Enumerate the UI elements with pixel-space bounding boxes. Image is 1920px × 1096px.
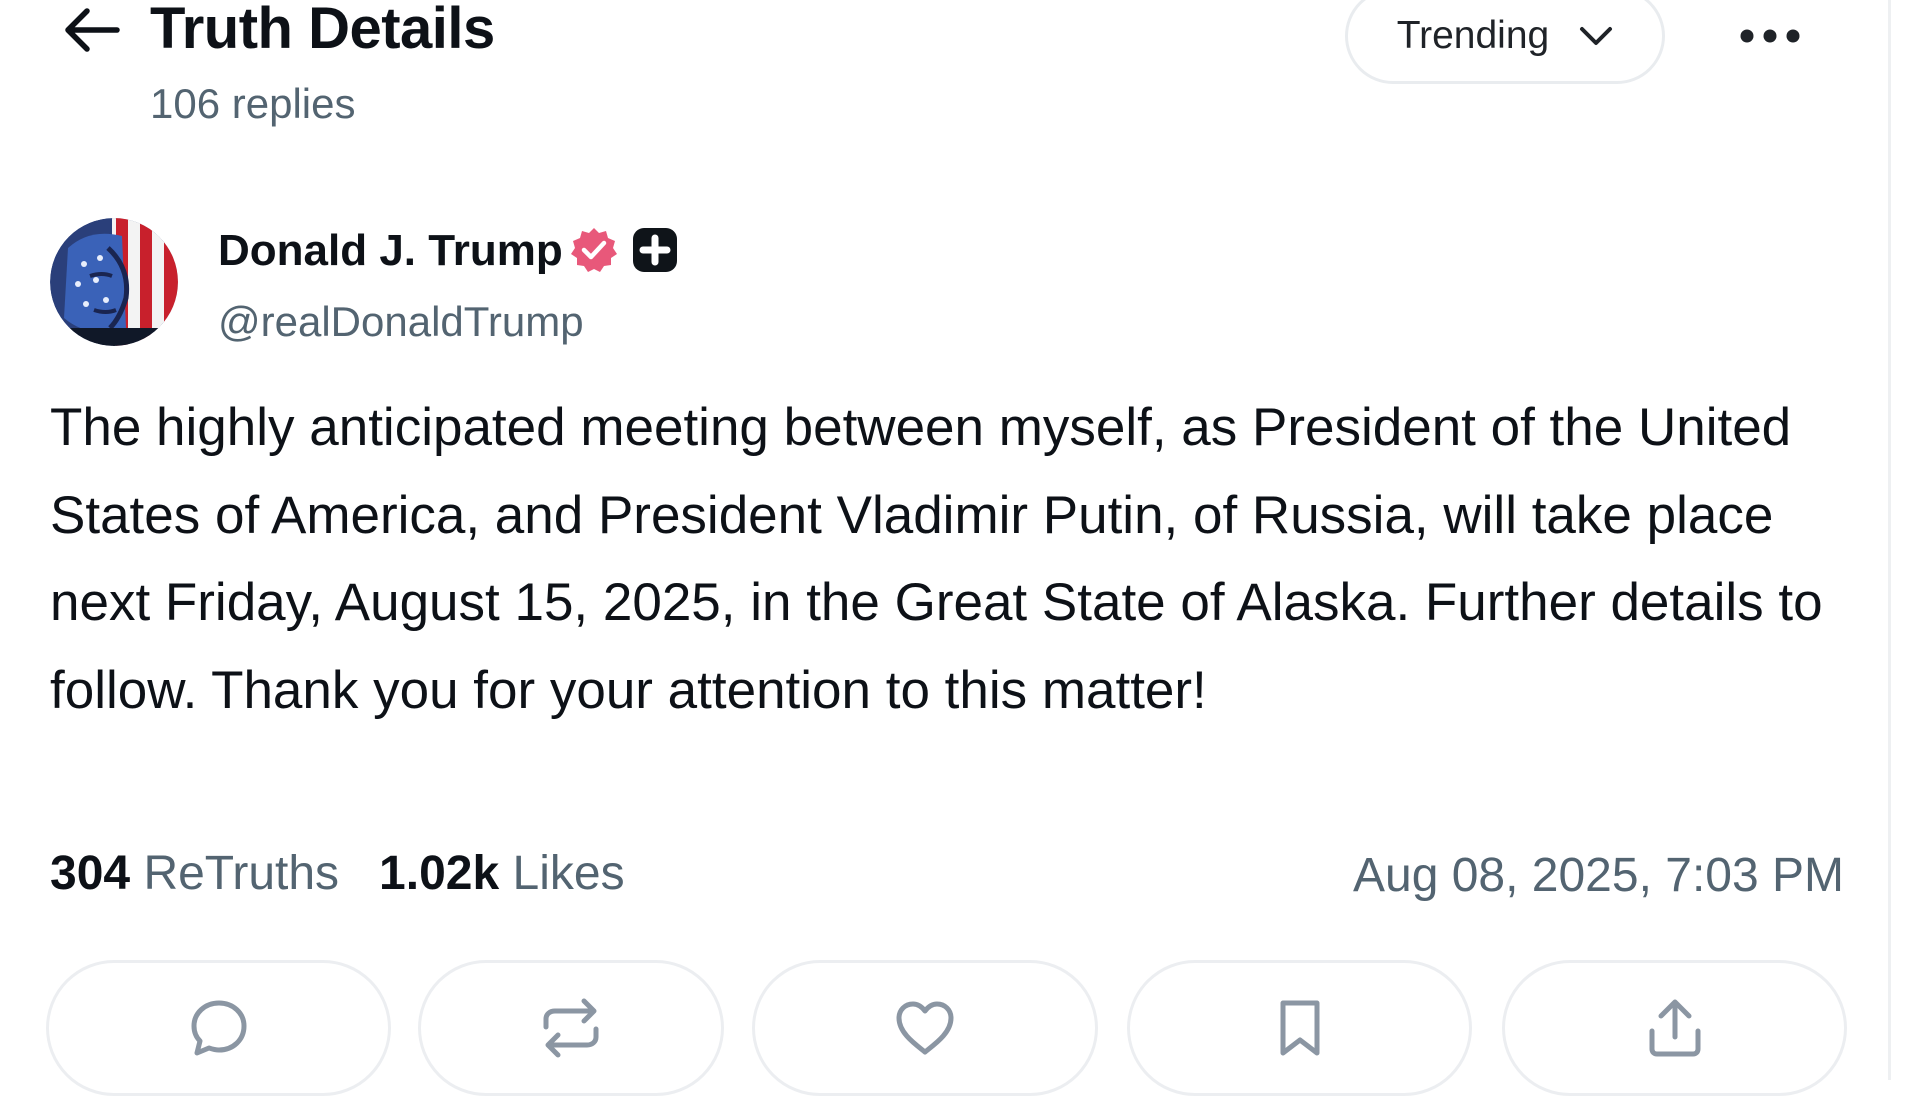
author-badges — [570, 226, 678, 274]
post-text: The highly anticipated meeting between m… — [50, 398, 1823, 720]
likes-label: Likes — [512, 847, 625, 900]
more-dots-icon — [1740, 29, 1800, 43]
plus-badge-icon — [633, 228, 677, 272]
avatar[interactable] — [50, 218, 178, 346]
author-name[interactable]: Donald J. Trump — [218, 224, 563, 278]
bookmark-button[interactable] — [1127, 960, 1472, 1096]
content-divider — [1888, 0, 1891, 1080]
likes-count: 1.02k — [379, 847, 500, 900]
bookmark-icon — [1280, 1000, 1319, 1056]
sort-dropdown[interactable]: Trending — [1345, 0, 1665, 84]
more-options-button[interactable] — [1730, 6, 1810, 66]
heart-icon — [896, 1001, 954, 1055]
chevron-down-icon — [1580, 27, 1613, 45]
sort-label: Trending — [1396, 14, 1550, 57]
retruths-stat[interactable]: 304 ReTruths — [50, 844, 339, 904]
retruths-count: 304 — [50, 847, 131, 900]
reply-count: 106 replies — [150, 80, 356, 127]
share-button[interactable] — [1502, 960, 1847, 1096]
reply-button[interactable] — [46, 960, 391, 1096]
retruth-icon — [543, 998, 599, 1058]
back-button[interactable] — [52, 0, 132, 60]
arrow-left-icon — [65, 8, 120, 52]
comment-icon — [191, 1000, 246, 1056]
post-timestamp: Aug 08, 2025, 7:03 PM — [1352, 849, 1844, 902]
retruths-label: ReTruths — [143, 847, 340, 900]
like-button[interactable] — [752, 960, 1098, 1096]
verified-badge-icon — [571, 228, 617, 272]
post-stats: 304 ReTruths 1.02k Likes — [50, 844, 625, 904]
likes-stat[interactable]: 1.02k Likes — [379, 844, 625, 904]
author-handle[interactable]: @realDonaldTrump — [218, 296, 584, 348]
page-title: Truth Details — [150, 0, 495, 61]
share-icon — [1649, 999, 1700, 1057]
avatar-image — [50, 218, 178, 346]
retruth-button[interactable] — [418, 960, 724, 1096]
